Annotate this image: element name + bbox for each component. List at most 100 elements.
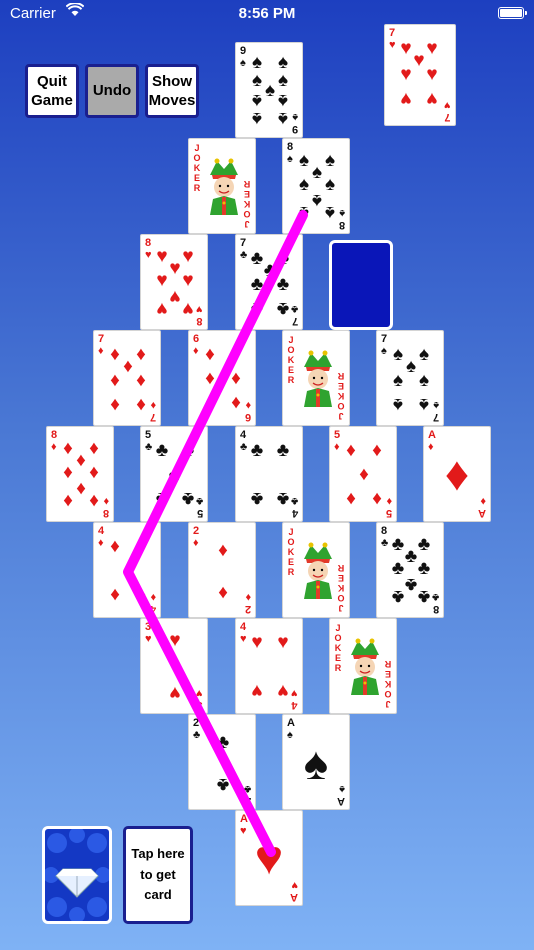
diamonds-icon: ♦ — [136, 536, 146, 557]
card-joker[interactable]: JOKER JOKER — [282, 330, 350, 426]
diamonds-icon: ♦ — [136, 394, 146, 415]
hearts-icon: ♥ — [400, 88, 412, 109]
clubs-icon: ♣ — [155, 440, 169, 461]
draw-pile[interactable] — [42, 826, 112, 924]
card-rank: 4 ♣ — [290, 495, 298, 519]
hearts-icon: ♥ — [169, 656, 181, 677]
card-4-of-hearts[interactable]: 4 ♥ ♥ ♥ ♥ ♥ 4 ♥ — [235, 618, 303, 714]
card-2-of-clubs[interactable]: 2 ♣ ♣ ♣ 2 ♣ — [188, 714, 256, 810]
card-8-of-diamonds[interactable]: 8 ♦ ♦ ♦ ♦ ♦ ♦ ♦ ♦ ♦ 8 ♦ — [46, 426, 114, 522]
card-9-of-spades[interactable]: 9 ♠ ♠ ♠ ♠ ♠ ♠ ♠ ♠ ♠ ♠ 9 ♠ — [235, 42, 303, 138]
card-a-of-hearts[interactable]: A ♥ ♥ A ♥ — [235, 810, 303, 906]
card-rank: JOKER — [287, 335, 295, 385]
card-rank: JOKER — [243, 179, 251, 229]
card-8-of-hearts[interactable]: 8 ♥ ♥ ♥ ♥ ♥ ♥ ♥ ♥ ♥ 8 ♥ — [140, 234, 208, 330]
card-rank: 5 ♦ — [385, 495, 392, 519]
clubs-icon: ♣ — [250, 298, 264, 319]
clubs-icon: ♣ — [168, 464, 182, 485]
clubs-icon: ♣ — [250, 488, 264, 509]
card-5-of-diamonds[interactable]: 5 ♦ ♦ ♦ ♦ ♦ ♦ 5 ♦ — [329, 426, 397, 522]
diamonds-icon: ♦ — [359, 464, 369, 485]
jester-icon — [304, 350, 332, 407]
diamonds-icon: ♦ — [63, 490, 73, 511]
card-joker[interactable]: JOKER JOKER — [329, 618, 397, 714]
jester-icon — [210, 158, 238, 215]
card-rank: 8 ♣ — [431, 591, 439, 615]
card-7-of-diamonds[interactable]: 7 ♦ ♦ ♦ ♦ ♦ ♦ ♦ ♦ 7 ♦ — [93, 330, 161, 426]
card-joker[interactable]: JOKER JOKER — [188, 138, 256, 234]
clubs-icon: ♣ — [250, 440, 264, 461]
spades-icon: ♠ — [298, 202, 310, 223]
jester-icon — [351, 638, 379, 695]
card-rank: 2 ♣ — [243, 783, 251, 807]
spades-icon: ♠ — [251, 108, 263, 129]
diamonds-icon: ♦ — [231, 368, 241, 389]
diamonds-icon: ♦ — [231, 344, 241, 365]
quit-game-button[interactable]: Quit Game — [25, 64, 79, 118]
hearts-icon: ♥ — [277, 632, 289, 653]
spades-icon: ♠ — [392, 370, 404, 391]
card-3-of-hearts[interactable]: 3 ♥ ♥ ♥ ♥ 3 ♥ — [140, 618, 208, 714]
diamonds-icon: ♦ — [231, 392, 241, 413]
card-rank: 8 ♠ — [338, 207, 345, 231]
spades-icon: ♠ — [418, 394, 430, 415]
hearts-icon: ♥ — [169, 682, 181, 703]
card-rank: 3 ♥ — [145, 621, 152, 645]
card-7-of-spades[interactable]: 7 ♠ ♠ ♠ ♠ ♠ ♠ ♠ ♠ 7 ♠ — [376, 330, 444, 426]
diamonds-icon: ♦ — [218, 582, 228, 603]
diamonds-icon: ♦ — [205, 368, 215, 389]
card-a-of-spades[interactable]: A ♠ ♠ A ♠ — [282, 714, 350, 810]
diamonds-icon: ♦ — [372, 440, 382, 461]
spades-icon: ♠ — [418, 370, 430, 391]
card-rank: 4 ♥ — [291, 687, 298, 711]
show-moves-button[interactable]: Show Moves — [145, 64, 199, 118]
get-card-button[interactable]: Tap here to get card — [123, 826, 193, 924]
card-rank: 8 ♥ — [196, 303, 203, 327]
clubs-icon: ♣ — [250, 274, 264, 295]
card-rank: 2 ♦ — [244, 591, 251, 615]
hearts-icon: ♥ — [156, 298, 168, 319]
jester-icon — [304, 542, 332, 599]
card-rank: A ♥ — [290, 879, 298, 903]
undo-button[interactable]: Undo — [85, 64, 139, 118]
card-4-of-clubs[interactable]: 4 ♣ ♣ ♣ ♣ ♣ 4 ♣ — [235, 426, 303, 522]
spades-icon: ♠ — [392, 394, 404, 415]
diamonds-icon: ♦ — [136, 370, 146, 391]
clubs-icon: ♣ — [155, 488, 169, 509]
card-rank: 7 ♣ — [290, 303, 298, 327]
card-rank: 3 ♥ — [196, 687, 203, 711]
clock: 8:56 PM — [238, 5, 296, 22]
card-2-of-diamonds[interactable]: 2 ♦ ♦ ♦ 2 ♦ — [188, 522, 256, 618]
card-rank: JOKER — [337, 371, 345, 421]
diamonds-icon: ♦ — [110, 370, 120, 391]
card-a-of-diamonds[interactable]: A ♦ ♦ A ♦ — [423, 426, 491, 522]
hearts-icon: ♥ — [400, 64, 412, 85]
diamonds-icon: ♦ — [136, 584, 146, 605]
diamonds-icon: ♦ — [444, 448, 470, 501]
diamonds-icon: ♦ — [110, 536, 120, 557]
diamonds-icon: ♦ — [89, 490, 99, 511]
card-rank: 7 ♥ — [444, 99, 451, 123]
card-7-of-clubs[interactable]: 7 ♣ ♣ ♣ ♣ ♣ ♣ ♣ ♣ 7 ♣ — [235, 234, 303, 330]
diamonds-icon: ♦ — [205, 344, 215, 365]
card-rank: JOKER — [193, 143, 201, 193]
clubs-icon: ♣ — [276, 440, 290, 461]
diamonds-icon: ♦ — [110, 394, 120, 415]
card-rank: 5 ♣ — [195, 495, 203, 519]
card-rank: JOKER — [384, 659, 392, 709]
card-rank: 7 ♠ — [432, 399, 439, 423]
spades-icon: ♠ — [324, 202, 336, 223]
face-down-card[interactable] — [329, 240, 393, 330]
diamond-icon — [45, 829, 109, 921]
card-8-of-clubs[interactable]: 8 ♣ ♣ ♣ ♣ ♣ ♣ ♣ ♣ ♣ 8 ♣ — [376, 522, 444, 618]
card-joker[interactable]: JOKER JOKER — [282, 522, 350, 618]
card-4-of-diamonds[interactable]: 4 ♦ ♦ ♦ ♦ ♦ 4 ♦ — [93, 522, 161, 618]
spades-icon: ♠ — [277, 108, 289, 129]
card-rank: 8 ♦ — [102, 495, 109, 519]
hearts-icon: ♥ — [251, 680, 263, 701]
card-6-of-diamonds[interactable]: 6 ♦ ♦ ♦ ♦ ♦ ♦ ♦ 6 ♦ — [188, 330, 256, 426]
hearts-icon: ♥ — [251, 632, 263, 653]
card-5-of-clubs[interactable]: 5 ♣ ♣ ♣ ♣ ♣ ♣ 5 ♣ — [140, 426, 208, 522]
card-rank: JOKER — [337, 563, 345, 613]
card-8-of-spades[interactable]: 8 ♠ ♠ ♠ ♠ ♠ ♠ ♠ ♠ ♠ 8 ♠ — [282, 138, 350, 234]
